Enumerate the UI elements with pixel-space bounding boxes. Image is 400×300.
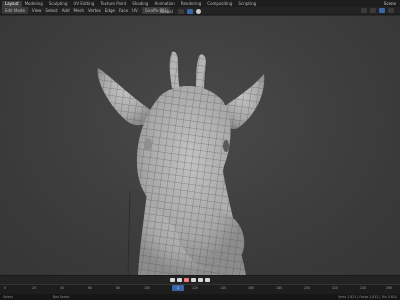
frame-tick: 240 [360, 286, 367, 290]
frame-tick: 20 [32, 286, 37, 290]
giraffe-left-eye [144, 138, 152, 150]
menu-add[interactable]: Add [60, 7, 72, 14]
menu-uv[interactable]: UV [130, 7, 140, 14]
frame-tick: 0 [4, 286, 7, 290]
status-stats: Verts 2,821 | Faces 2,812 | Tris 5,624 [338, 295, 397, 299]
current-frame-indicator[interactable]: 1 [172, 285, 184, 291]
status-bar: Select Box Select Verts 2,821 | Faces 2,… [0, 294, 400, 300]
frame-tick: 160 [248, 286, 255, 290]
frame-tick: 40 [60, 286, 65, 290]
3d-viewport[interactable] [0, 16, 400, 275]
frame-tick: 180 [276, 286, 283, 290]
mode-selector[interactable]: Edit Mode [2, 7, 28, 14]
frame-tick: 140 [220, 286, 227, 290]
solid-shading-icon[interactable] [379, 8, 385, 13]
tab-rendering[interactable]: Rendering [178, 1, 204, 7]
frame-tick: 200 [304, 286, 311, 290]
giraffe-mesh-render [97, 51, 265, 275]
transform-controls: Global [158, 8, 201, 15]
menu-view[interactable]: View [30, 7, 44, 14]
status-left: Select [3, 295, 13, 299]
tab-uv-editing[interactable]: UV Editing [71, 1, 98, 7]
frame-tick: 80 [116, 286, 121, 290]
xray-icon[interactable] [370, 8, 376, 13]
tab-layout[interactable]: Layout [2, 0, 22, 7]
tab-texture-paint[interactable]: Texture Paint [97, 1, 129, 7]
giraffe-right-eye [223, 140, 229, 152]
jump-start-icon[interactable] [170, 278, 175, 282]
frame-tick: 60 [88, 286, 93, 290]
timeline-header [0, 275, 400, 284]
workspace-bar: Layout Modeling Sculpting UV Editing Tex… [0, 0, 400, 7]
giraffe-nostril [210, 249, 218, 255]
menu-vertex[interactable]: Vertex [86, 7, 103, 14]
tab-modeling[interactable]: Modeling [22, 1, 46, 7]
overlay-icon[interactable] [361, 8, 367, 13]
play-reverse-icon[interactable] [184, 278, 189, 282]
tab-shading[interactable]: Shading [129, 1, 151, 7]
tab-sculpting[interactable]: Sculpting [46, 1, 71, 7]
proportional-edit-icon[interactable] [195, 9, 201, 14]
material-shading-icon[interactable] [388, 8, 394, 13]
tab-animation[interactable]: Animation [151, 1, 177, 7]
viewport-shading-controls [361, 8, 394, 13]
scene-selector[interactable]: Scene [380, 1, 400, 6]
menu-mesh[interactable]: Mesh [72, 7, 87, 14]
viewport-header: Edit Mode View Select Add Mesh Vertex Ed… [0, 7, 400, 15]
menu-select[interactable]: Select [43, 7, 59, 14]
tab-compositing[interactable]: Compositing [204, 1, 235, 7]
frame-tick: 260 [386, 286, 393, 290]
menu-edge[interactable]: Edge [103, 7, 117, 14]
playback-controls [170, 278, 210, 282]
axis-line [127, 190, 131, 275]
frame-tick: 120 [192, 286, 199, 290]
frame-tick: 220 [332, 286, 339, 290]
orientation-selector[interactable]: Global [158, 8, 175, 15]
jump-end-icon[interactable] [205, 278, 210, 282]
frame-tick: 100 [144, 286, 151, 290]
pivot-icon[interactable] [177, 9, 184, 14]
snap-icon[interactable] [186, 9, 193, 14]
tab-scripting[interactable]: Scripting [235, 1, 259, 7]
menu-face[interactable]: Face [117, 7, 130, 14]
prev-keyframe-icon[interactable] [177, 278, 182, 282]
play-icon[interactable] [191, 278, 196, 282]
next-keyframe-icon[interactable] [198, 278, 203, 282]
status-middle: Box Select [52, 295, 70, 299]
